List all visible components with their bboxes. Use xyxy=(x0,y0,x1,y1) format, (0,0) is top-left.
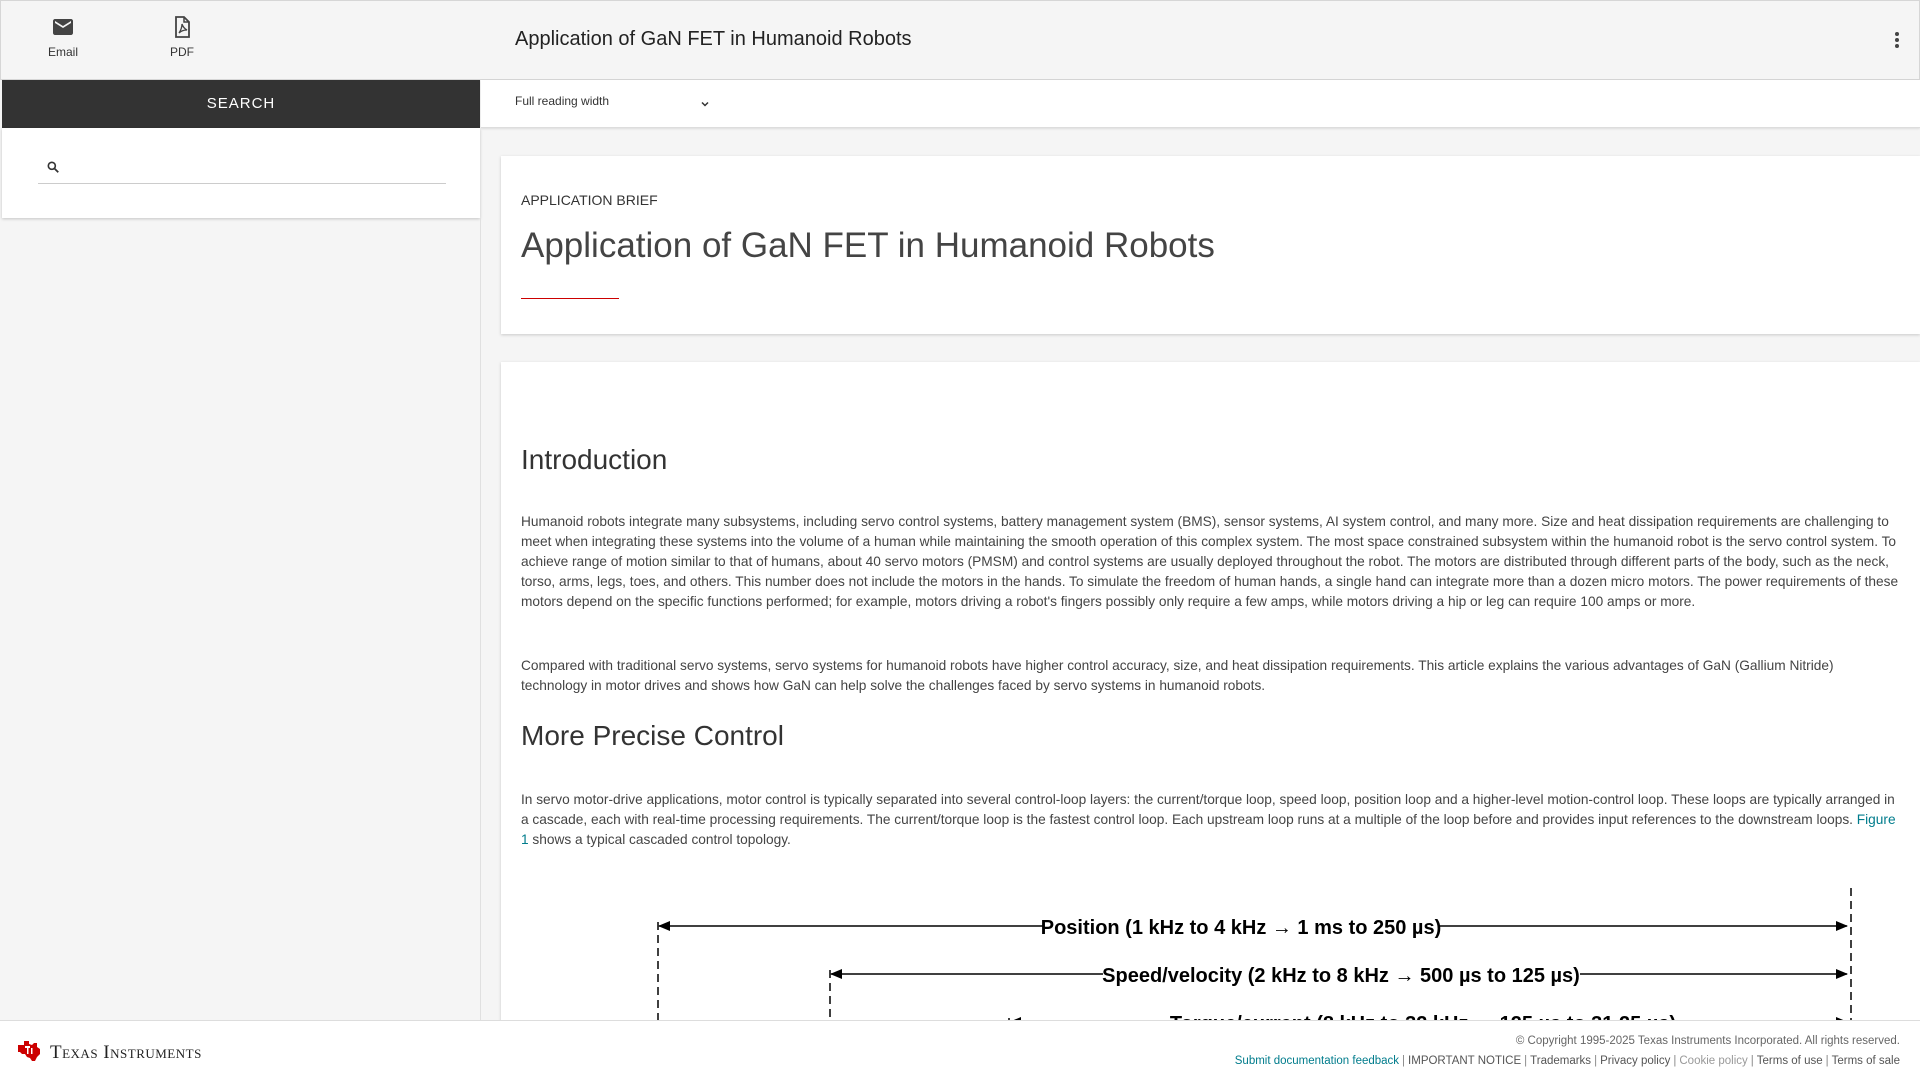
search-box xyxy=(38,152,446,184)
ti-logo-text: Texas Instruments xyxy=(50,1041,202,1063)
pdf-label: PDF xyxy=(170,45,194,59)
reading-width-value: Full reading width xyxy=(515,94,610,108)
terms-of-use-link[interactable]: Terms of use xyxy=(1757,1055,1823,1067)
control-text-start: In servo motor-drive applications, motor… xyxy=(521,792,1895,827)
chevron-down-icon xyxy=(699,98,711,113)
control-text-end: shows a typical cascaded control topolog… xyxy=(528,832,791,847)
document-category: APPLICATION BRIEF xyxy=(521,192,658,208)
ti-logo[interactable]: Texas Instruments xyxy=(16,1037,202,1068)
sidebar-empty-area xyxy=(0,218,481,1020)
reading-width-bar: Full reading width xyxy=(481,80,1920,128)
pdf-button[interactable]: PDF xyxy=(152,15,212,59)
copyright-text: © Copyright 1995-2025 Texas Instruments … xyxy=(1515,1035,1900,1047)
footer: Texas Instruments © Copyright 1995-2025 … xyxy=(0,1020,1920,1080)
document-body: Introduction Humanoid robots integrate m… xyxy=(501,362,1920,1022)
reading-width-select[interactable]: Full reading width xyxy=(515,94,711,116)
more-options-icon[interactable] xyxy=(1889,27,1905,53)
section-heading-introduction: Introduction xyxy=(521,444,668,475)
search-panel xyxy=(2,128,480,218)
feedback-link[interactable]: Submit documentation feedback xyxy=(1235,1055,1399,1067)
position-arrow: Position (1 kHz to 4 kHz → 1 ms to 250 µ… xyxy=(658,917,1848,939)
dashed-guides xyxy=(657,888,1852,1022)
pdf-icon xyxy=(152,15,212,41)
search-input[interactable] xyxy=(68,156,438,180)
cookie-policy-link[interactable]: Cookie policy xyxy=(1679,1055,1747,1067)
speed-arrow: Speed/velocity (2 kHz to 8 kHz → 500 µs … xyxy=(830,965,1848,987)
top-toolbar: Email PDF Application of GaN FET in Huma… xyxy=(0,0,1920,80)
header-title: Application of GaN FET in Humanoid Robot… xyxy=(515,28,912,50)
section-heading-precise-control: More Precise Control xyxy=(521,720,784,751)
title-underline xyxy=(521,298,619,299)
privacy-policy-link[interactable]: Privacy policy xyxy=(1600,1055,1670,1067)
speed-label: Speed/velocity (2 kHz to 8 kHz → 500 µs … xyxy=(1102,965,1580,987)
ti-logo-icon xyxy=(16,1037,42,1068)
envelope-icon xyxy=(33,15,93,41)
control-loop-figure: Position (1 kHz to 4 kHz → 1 ms to 250 µ… xyxy=(501,884,1920,1022)
control-paragraph: In servo motor-drive applications, motor… xyxy=(521,790,1901,850)
position-label: Position (1 kHz to 4 kHz → 1 ms to 250 µ… xyxy=(1041,917,1442,939)
intro-paragraph-1: Humanoid robots integrate many subsystem… xyxy=(521,514,1899,609)
important-notice-link[interactable]: IMPORTANT NOTICE xyxy=(1408,1055,1521,1067)
title-card: APPLICATION BRIEF Application of GaN FET… xyxy=(501,156,1920,334)
search-icon xyxy=(46,160,60,179)
trademarks-link[interactable]: Trademarks xyxy=(1530,1055,1591,1067)
email-label: Email xyxy=(47,45,78,59)
search-tab[interactable]: SEARCH xyxy=(2,80,480,128)
page-title: Application of GaN FET in Humanoid Robot… xyxy=(521,226,1215,265)
footer-links: Submit documentation feedback | IMPORTANT … xyxy=(1234,1055,1900,1067)
email-button[interactable]: Email xyxy=(33,15,93,59)
intro-paragraph-2: Compared with traditional servo systems,… xyxy=(521,658,1834,693)
terms-of-sale-link[interactable]: Terms of sale xyxy=(1832,1055,1900,1067)
